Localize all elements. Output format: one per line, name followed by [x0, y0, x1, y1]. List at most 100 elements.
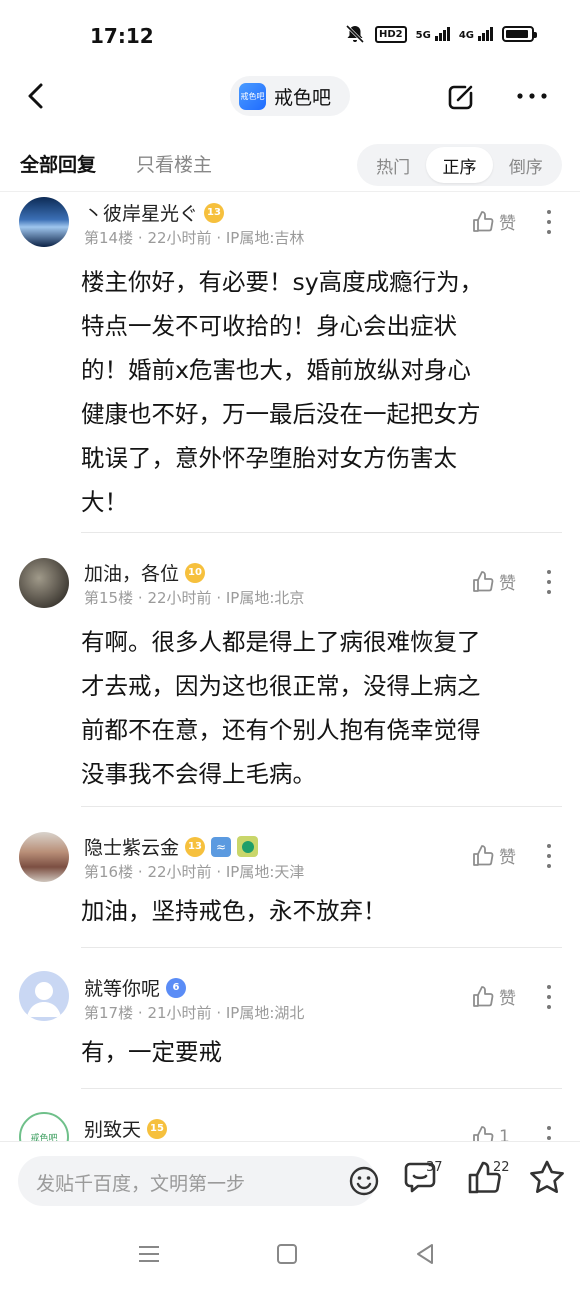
post-content: 楼主你好，有必要！sy高度成瘾行为， 特点一发不可收拾的！身心会出症状 的！婚前…	[81, 268, 484, 516]
tab-only-host[interactable]: 只看楼主	[136, 150, 212, 177]
signal-4g-icon: 4G	[459, 27, 493, 41]
like-count-total: 22	[493, 1160, 510, 1175]
top-nav: 戒色吧 戒色吧	[0, 72, 580, 120]
sort-toggle: 热门 正序 倒序	[357, 144, 562, 186]
like-button[interactable]: 赞	[471, 569, 516, 594]
edit-icon[interactable]	[444, 80, 478, 114]
level-badge: 15	[147, 1118, 168, 1139]
post-more-icon[interactable]	[540, 570, 558, 594]
like-label: 赞	[499, 214, 516, 234]
reply-bar: 发贴千百度，文明第一步 37 22	[0, 1141, 580, 1219]
level-badge: 6	[166, 977, 187, 998]
list-item: 隐士紫云金 13 ≈ 第16楼 · 22小时前 · IP属地:天津 赞 加油，坚…	[0, 807, 580, 948]
status-bar: 17:12 HD2 5G 4G	[0, 0, 580, 72]
thumbs-up-icon	[473, 1126, 494, 1141]
thumbs-up-icon	[473, 570, 494, 592]
sort-ascending[interactable]: 正序	[426, 147, 493, 183]
username[interactable]: 隐士紫云金	[84, 833, 179, 860]
bell-muted-icon	[345, 24, 365, 44]
sort-descending[interactable]: 倒序	[493, 147, 559, 183]
like-label: 赞	[499, 848, 516, 868]
post-more-icon[interactable]	[540, 1126, 558, 1141]
post-content: 加油，坚持戒色，永不放弃！	[81, 897, 387, 925]
star-icon[interactable]	[527, 1158, 567, 1198]
net-label-5g: 5G	[415, 30, 431, 41]
ip-location: IP属地:吉林	[225, 229, 305, 247]
username[interactable]: 丶彼岸星光ぐ	[84, 199, 198, 226]
status-icons: HD2 5G 4G	[344, 24, 537, 44]
username[interactable]: 加油，各位	[84, 559, 179, 586]
more-icon[interactable]	[512, 82, 552, 110]
avatar[interactable]	[19, 197, 69, 247]
list-item: 戒色吧 别致天 15 1	[0, 1089, 580, 1141]
post-content: 有啊。很多人都是得上了病很难恢复了 才去戒，因为这也很正常，没得上病之 前都不在…	[81, 628, 481, 788]
level-badge: 10	[185, 562, 206, 583]
hd-badge: HD2	[375, 25, 407, 43]
avatar[interactable]	[19, 832, 69, 882]
sun-badge-icon	[237, 836, 259, 857]
aquarius-icon: ≈	[211, 836, 232, 857]
post-more-icon[interactable]	[540, 985, 558, 1009]
emoji-icon[interactable]	[348, 1165, 380, 1197]
forum-name: 戒色吧	[274, 86, 332, 109]
default-avatar-icon	[27, 982, 61, 1017]
list-item: 加油，各位 10 第15楼 · 22小时前 · IP属地:北京 赞 有啊。很多人…	[0, 533, 580, 807]
meta-separator: ·	[137, 1004, 143, 1022]
floor-number: 第15楼	[84, 589, 134, 607]
meta-separator: ·	[137, 589, 143, 607]
back-nav-icon[interactable]	[412, 1241, 438, 1267]
reply-input[interactable]: 发贴千百度，文明第一步	[18, 1156, 379, 1206]
comment-count: 37	[426, 1160, 443, 1175]
filter-bar: 全部回复 只看楼主 热门 正序 倒序	[0, 136, 580, 192]
username[interactable]: 别致天	[84, 1115, 141, 1141]
net-label-4g: 4G	[458, 30, 474, 41]
avatar-logo-text: 戒色吧	[30, 1133, 58, 1142]
post-time: 22小时前	[147, 229, 212, 247]
floor-number: 第17楼	[84, 1004, 134, 1022]
forum-chip[interactable]: 戒色吧 戒色吧	[230, 76, 350, 116]
meta-separator: ·	[216, 863, 222, 881]
avatar[interactable]	[19, 971, 69, 1021]
ip-location: IP属地:北京	[225, 589, 305, 607]
post-meta: 第14楼 · 22小时前 · IP属地:吉林	[84, 227, 304, 248]
like-button[interactable]: 赞	[471, 984, 516, 1009]
post-time: 21小时前	[147, 1004, 212, 1022]
meta-separator: ·	[216, 229, 222, 247]
tab-all-replies[interactable]: 全部回复	[20, 150, 96, 177]
battery-icon	[502, 26, 537, 42]
like-button[interactable]: 赞	[471, 209, 516, 234]
meta-separator: ·	[137, 863, 143, 881]
system-nav-bar	[0, 1219, 580, 1289]
like-button[interactable]: 1	[471, 1125, 510, 1141]
floor-number: 第14楼	[84, 229, 134, 247]
meta-separator: ·	[216, 1004, 222, 1022]
like-label: 赞	[499, 574, 516, 594]
floor-number: 第16楼	[84, 863, 134, 881]
post-more-icon[interactable]	[540, 210, 558, 234]
sort-hot[interactable]: 热门	[360, 147, 426, 183]
thumbs-up-icon	[473, 844, 494, 866]
list-item: 丶彼岸星光ぐ 13 第14楼 · 22小时前 · IP属地:吉林 赞 楼主你好，…	[0, 193, 580, 533]
post-meta: 第16楼 · 22小时前 · IP属地:天津	[84, 861, 304, 882]
signal-5g-icon: 5G	[416, 27, 450, 41]
like-label: 赞	[499, 989, 516, 1009]
avatar[interactable]	[19, 558, 69, 608]
post-content: 有，一定要戒	[81, 1038, 222, 1066]
avatar[interactable]: 戒色吧	[19, 1112, 69, 1141]
level-badge: 13	[204, 202, 225, 223]
like-button[interactable]: 赞	[471, 843, 516, 868]
reply-placeholder: 发贴千百度，文明第一步	[36, 1173, 246, 1195]
like-count: 1	[499, 1127, 510, 1141]
level-badge: 13	[185, 836, 206, 857]
back-icon[interactable]	[22, 80, 52, 112]
thumbs-up-icon	[473, 985, 494, 1007]
home-icon[interactable]	[274, 1241, 300, 1267]
forum-logo: 戒色吧	[239, 82, 266, 110]
post-meta: 第17楼 · 21小时前 · IP属地:湖北	[84, 1002, 304, 1023]
post-more-icon[interactable]	[540, 844, 558, 868]
menu-icon[interactable]	[136, 1241, 162, 1267]
meta-separator: ·	[216, 589, 222, 607]
username[interactable]: 就等你呢	[84, 974, 160, 1001]
ip-location: IP属地:天津	[225, 863, 305, 881]
list-item: 就等你呢 6 第17楼 · 21小时前 · IP属地:湖北 赞 有，一定要戒	[0, 948, 580, 1089]
